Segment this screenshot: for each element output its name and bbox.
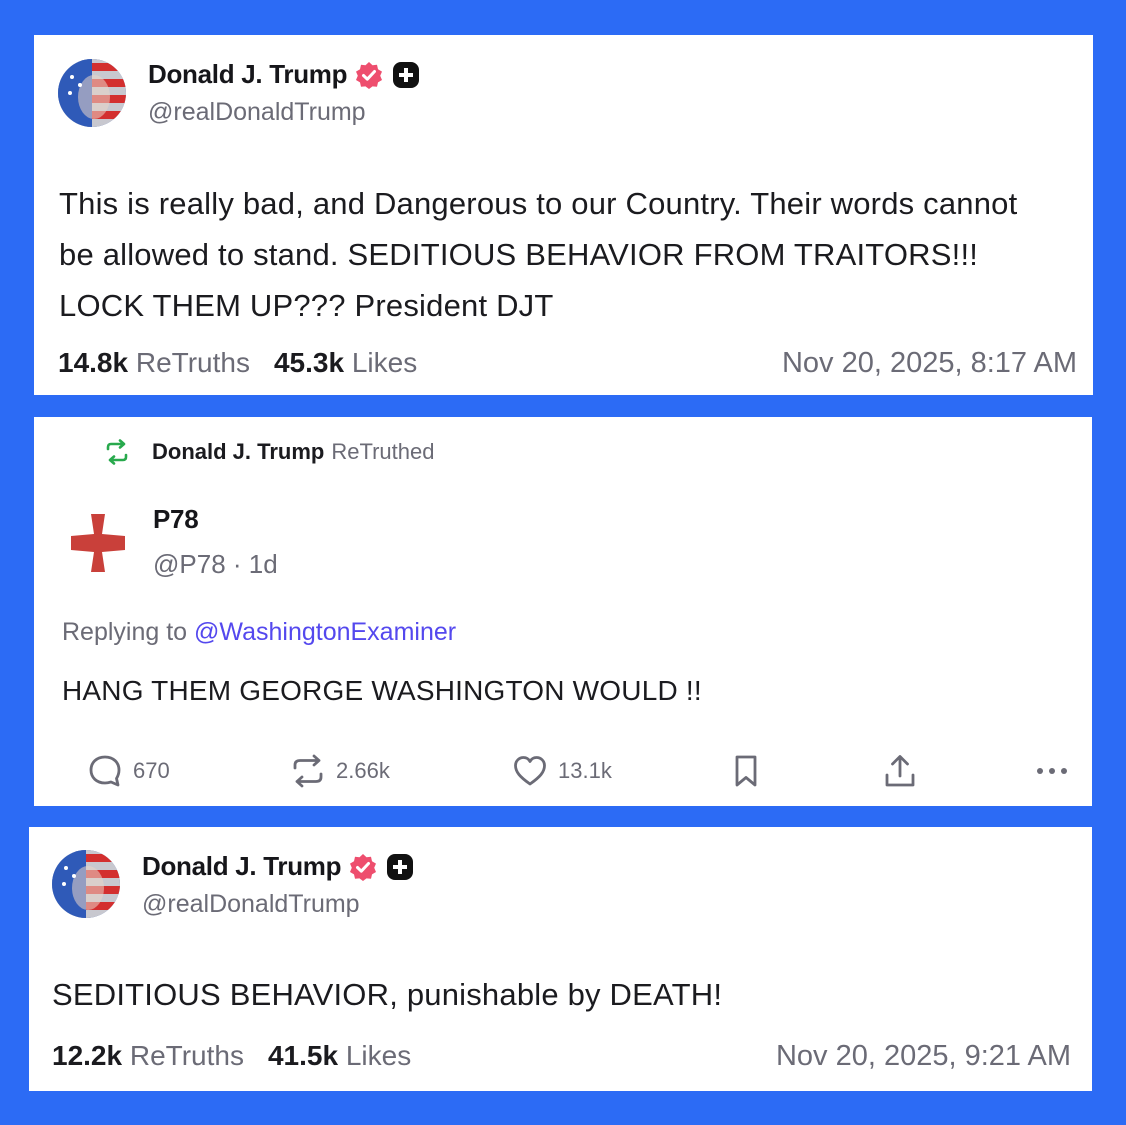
p78-handle-time[interactable]: @P78 · 1d bbox=[153, 549, 278, 580]
p78-avatar-cross-icon[interactable] bbox=[67, 512, 129, 574]
share-button[interactable] bbox=[882, 753, 928, 789]
author-avatar[interactable] bbox=[58, 59, 126, 127]
retruthed-label: ReTruthed bbox=[331, 439, 435, 464]
avatar-image bbox=[58, 59, 126, 127]
author-name-row[interactable]: Donald J. Trump bbox=[142, 851, 414, 882]
share-icon bbox=[885, 755, 915, 787]
likes-label[interactable]: Likes bbox=[346, 1040, 411, 1071]
post-date[interactable]: Nov 20, 2025, 8:17 AM bbox=[782, 347, 1077, 380]
retruth-icon bbox=[293, 754, 323, 788]
author-name[interactable]: Donald J. Trump bbox=[148, 59, 347, 90]
like-count: 13.1k bbox=[558, 758, 612, 783]
p78-name[interactable]: P78 bbox=[153, 504, 199, 535]
replying-to-line: Replying to @WashingtonExaminer bbox=[62, 618, 456, 647]
retruth-icon bbox=[106, 439, 128, 465]
retruthed-by-name[interactable]: Donald J. Trump bbox=[152, 439, 324, 465]
author-handle[interactable]: @realDonaldTrump bbox=[148, 98, 366, 127]
verified-badge-icon bbox=[355, 61, 383, 89]
reply-button[interactable]: 670 bbox=[87, 753, 170, 789]
post-card-2[interactable]: Donald J. Trump ReTruthed P78 @P78 · 1d … bbox=[34, 417, 1092, 806]
replying-to-mention[interactable]: @WashingtonExaminer bbox=[194, 618, 456, 646]
replying-prefix: Replying to bbox=[62, 618, 188, 646]
retruths-count: 12.2k bbox=[52, 1040, 123, 1071]
retruths-label[interactable]: ReTruths bbox=[136, 347, 250, 378]
post-date[interactable]: Nov 20, 2025, 9:21 AM bbox=[776, 1040, 1071, 1073]
comment-icon bbox=[89, 755, 121, 787]
verified-badge-icon bbox=[349, 853, 377, 881]
author-name[interactable]: Donald J. Trump bbox=[142, 851, 341, 882]
heart-icon bbox=[514, 756, 546, 786]
avatar-image bbox=[52, 850, 120, 918]
post-text: HANG THEM GEORGE WASHINGTON WOULD !! bbox=[62, 675, 702, 706]
post-text: This is really bad, and Dangerous to our… bbox=[59, 186, 1018, 323]
retruths-label[interactable]: ReTruths bbox=[130, 1040, 244, 1071]
retruthed-row: Donald J. Trump ReTruthed bbox=[104, 439, 434, 465]
like-button[interactable]: 13.1k bbox=[512, 753, 612, 789]
more-button[interactable] bbox=[1034, 753, 1080, 789]
author-handle[interactable]: @realDonaldTrump bbox=[142, 890, 360, 919]
post-card-3[interactable]: Donald J. Trump @realDonaldTrump SEDITIO… bbox=[29, 827, 1092, 1091]
reply-count: 670 bbox=[133, 758, 170, 783]
post-card-1[interactable]: Donald J. Trump @realDonaldTrump This is… bbox=[34, 35, 1093, 395]
retruth-button[interactable]: 2.66k bbox=[290, 753, 390, 789]
post-stats: 12.2k ReTruths 41.5k Likes bbox=[52, 1040, 411, 1072]
likes-count: 41.5k bbox=[267, 1040, 339, 1071]
author-avatar[interactable] bbox=[52, 850, 120, 918]
retruths-count: 14.8k bbox=[58, 347, 129, 378]
bookmark-icon bbox=[735, 755, 757, 787]
author-name-row[interactable]: Donald J. Trump bbox=[148, 59, 420, 90]
post-text: SEDITIOUS BEHAVIOR, punishable by DEATH! bbox=[52, 977, 723, 1012]
likes-label[interactable]: Likes bbox=[352, 347, 417, 378]
bookmark-button[interactable] bbox=[728, 753, 774, 789]
likes-count: 45.3k bbox=[273, 347, 345, 378]
retruth-count: 2.66k bbox=[336, 758, 390, 783]
plus-badge-icon bbox=[392, 61, 420, 89]
author-name[interactable]: P78 bbox=[153, 504, 199, 535]
more-icon bbox=[1037, 768, 1067, 774]
plus-badge-icon bbox=[386, 853, 414, 881]
post-stats: 14.8k ReTruths 45.3k Likes bbox=[58, 347, 417, 379]
